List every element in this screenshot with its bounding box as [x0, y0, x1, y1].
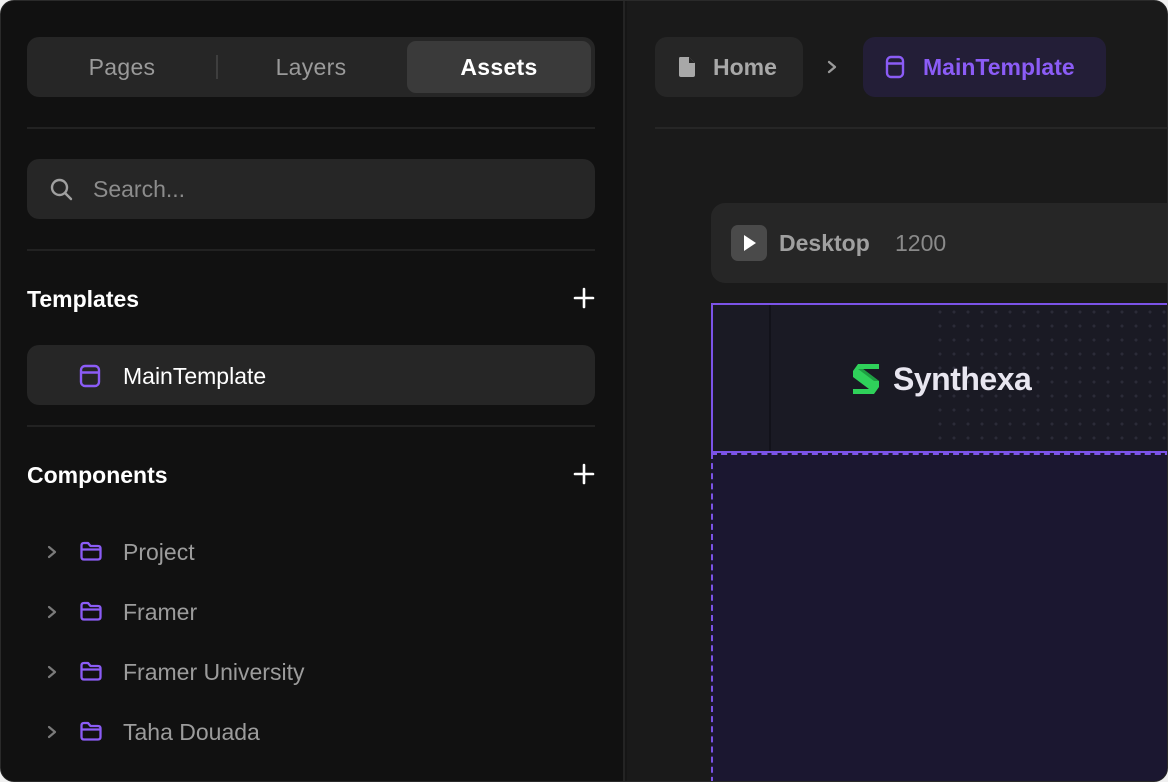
component-folder-taha-douada[interactable]: Taha Douada [27, 708, 595, 756]
template-icon [885, 55, 905, 79]
component-folder-label: Taha Douada [123, 719, 260, 745]
app-window: Pages Layers Assets Templates MainTempla… [0, 0, 1168, 782]
chevron-right-icon [827, 60, 837, 74]
sidebar-tabs: Pages Layers Assets [27, 37, 595, 97]
page-icon [679, 57, 695, 77]
divider [27, 127, 595, 129]
divider [27, 249, 595, 251]
sidebar: Pages Layers Assets Templates MainTempla… [1, 1, 625, 781]
add-template-icon[interactable] [573, 287, 595, 309]
tab-divider [216, 55, 218, 79]
tab-assets[interactable]: Assets [407, 41, 591, 93]
folder-icon [80, 721, 102, 741]
guide-line [769, 305, 771, 451]
folder-icon [80, 541, 102, 561]
tab-pages[interactable]: Pages [31, 41, 213, 93]
component-folder-project[interactable]: Project [27, 528, 595, 576]
synthexa-logo-icon [853, 364, 879, 394]
divider [27, 425, 595, 427]
tab-layers[interactable]: Layers [219, 41, 403, 93]
components-heading: Components [27, 462, 168, 488]
breadcrumb-current[interactable]: MainTemplate [863, 37, 1106, 97]
logo-text: Synthexa [893, 361, 1032, 397]
search-input[interactable] [93, 159, 573, 219]
component-folder-label: Framer [123, 599, 198, 625]
preview-button[interactable] [731, 225, 767, 261]
chevron-right-icon[interactable] [45, 723, 59, 741]
add-component-icon[interactable] [573, 463, 595, 485]
breadcrumb-home[interactable]: Home [655, 37, 803, 97]
chevron-right-icon[interactable] [45, 603, 59, 621]
breadcrumb-home-label: Home [713, 53, 777, 80]
folder-icon [80, 661, 102, 681]
search-box[interactable] [27, 159, 595, 219]
component-folder-framer[interactable]: Framer [27, 588, 595, 636]
divider [655, 127, 1167, 129]
play-icon [744, 235, 756, 251]
component-folder-label: Framer University [123, 659, 305, 685]
selected-header-frame[interactable]: Synthexa [711, 303, 1167, 453]
template-body-frame[interactable] [711, 453, 1167, 781]
breakpoint-name: Desktop [779, 230, 870, 256]
breadcrumb-current-label: MainTemplate [923, 53, 1075, 80]
template-item-label: MainTemplate [123, 363, 267, 389]
search-icon [50, 178, 73, 201]
folder-icon [80, 601, 102, 621]
component-folder-label: Project [123, 539, 195, 565]
component-folder-framer-university[interactable]: Framer University [27, 648, 595, 696]
breakpoint-width: 1200 [895, 230, 947, 256]
template-icon [79, 364, 101, 388]
chevron-right-icon[interactable] [45, 663, 59, 681]
templates-heading: Templates [27, 286, 140, 312]
template-item-maintemplate[interactable]: MainTemplate [27, 345, 595, 405]
chevron-right-icon[interactable] [45, 543, 59, 561]
canvas-area: Home MainTemplate Desktop 1200 Synthexa [627, 1, 1167, 781]
breakpoint-bar[interactable]: Desktop 1200 [711, 203, 1167, 283]
